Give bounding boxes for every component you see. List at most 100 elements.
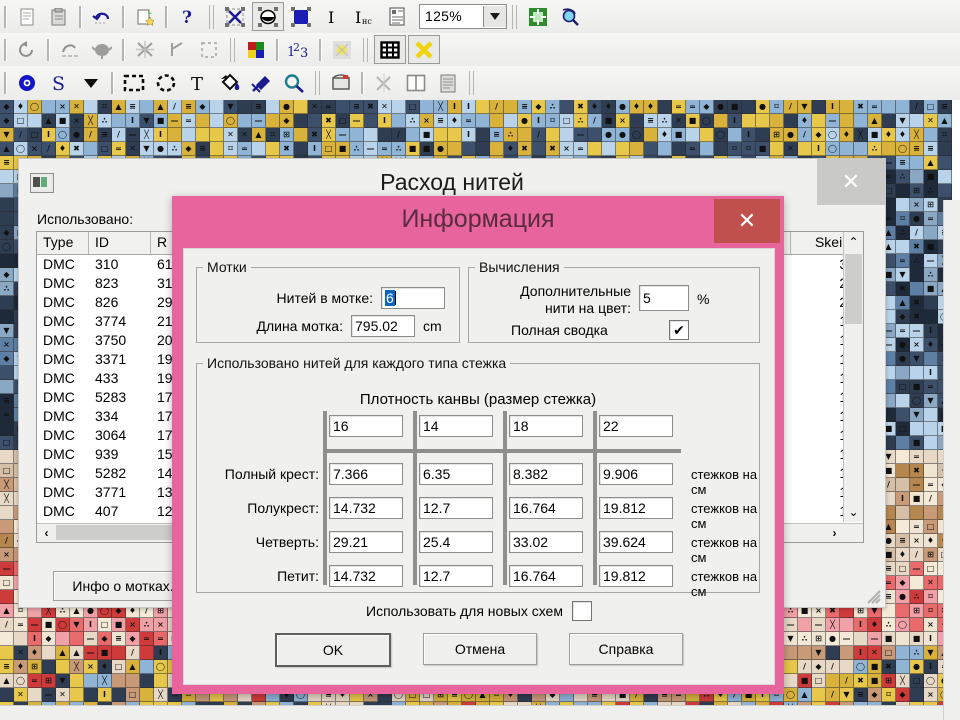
magic-wand-icon[interactable] xyxy=(55,36,85,63)
density-input-r2-c2[interactable]: 12.7 xyxy=(419,497,493,519)
separator xyxy=(47,38,50,61)
zoom-tool-icon[interactable] xyxy=(279,70,309,97)
information-title: Информация xyxy=(401,205,555,233)
density-input-r4-c4[interactable]: 19.812 xyxy=(599,565,673,587)
grid-toggle-icon[interactable] xyxy=(374,35,406,64)
density-input-r3-c1[interactable]: 29.21 xyxy=(329,531,403,553)
toolbars: ? I Iнс 125% 1 2 3 S T xyxy=(0,0,960,102)
separator xyxy=(315,71,320,95)
information-titlebar: Информация ✕ xyxy=(178,199,780,248)
bead-tool-icon[interactable] xyxy=(12,70,42,97)
new-document-icon[interactable] xyxy=(12,3,42,30)
density-input-r1-c2[interactable]: 6.35 xyxy=(419,463,493,485)
scroll-up-arrow-icon[interactable]: ⌃ xyxy=(844,232,863,252)
density-input-r2-c4[interactable]: 19.812 xyxy=(599,497,673,519)
fit-to-window-icon[interactable] xyxy=(523,3,553,30)
select-rect-icon[interactable] xyxy=(194,36,224,63)
svg-text:2: 2 xyxy=(293,41,300,54)
page-icon[interactable] xyxy=(433,70,463,97)
cell-id: 939 xyxy=(95,446,119,462)
split-view-icon[interactable] xyxy=(401,70,431,97)
cross-toggle-icon[interactable] xyxy=(408,35,440,64)
filled-square-icon[interactable] xyxy=(286,3,316,30)
cell-type: DMC xyxy=(43,408,75,424)
export-icon[interactable] xyxy=(130,3,160,30)
thread-usage-close-button[interactable]: ✕ xyxy=(817,159,885,205)
eyedropper-icon[interactable] xyxy=(247,70,277,97)
dropdown-arrow-icon[interactable] xyxy=(76,70,106,97)
density-input-r4-c1[interactable]: 14.732 xyxy=(329,565,403,587)
ellipse-select-icon[interactable] xyxy=(151,70,181,97)
density-input-r4-c3[interactable]: 16.764 xyxy=(509,565,583,587)
scroll-down-arrow-icon[interactable]: ⌄ xyxy=(844,502,863,522)
density-input-r1-c1[interactable]: 7.366 xyxy=(329,463,403,485)
vscroll-thumb[interactable] xyxy=(845,254,862,324)
ok-button[interactable]: OK xyxy=(275,633,391,667)
density-input-r3-c2[interactable]: 25.4 xyxy=(419,531,493,553)
density-input-r1-c4[interactable]: 9.906 xyxy=(599,463,673,485)
backstitch-icon[interactable] xyxy=(162,36,192,63)
used-label: Использовано: xyxy=(37,211,134,227)
cell-id: 407 xyxy=(95,503,119,519)
threads-per-skein-value: 6 xyxy=(385,290,395,306)
density-input-r2-c1[interactable]: 14.732 xyxy=(329,497,403,519)
symbol-tool-icon[interactable]: S xyxy=(44,70,74,97)
density-input-r2-c3[interactable]: 16.764 xyxy=(509,497,583,519)
column-header-id[interactable]: ID xyxy=(89,232,151,254)
knot-icon[interactable] xyxy=(130,36,160,63)
bead-icon[interactable] xyxy=(327,36,357,63)
scroll-left-arrow-icon[interactable]: ‹ xyxy=(37,524,56,541)
cancel-button[interactable]: Отмена xyxy=(423,633,537,665)
help-icon[interactable]: ? xyxy=(173,3,203,30)
cell-type: DMC xyxy=(43,313,75,329)
canvas-hscrollbar[interactable] xyxy=(0,705,944,720)
properties-icon[interactable] xyxy=(382,3,412,30)
full-summary-checkbox[interactable]: ✔ xyxy=(669,320,689,340)
information-close-button[interactable]: ✕ xyxy=(714,199,780,243)
stitches-per-cm-unit: стежков на см xyxy=(691,569,758,599)
shape-fill-icon[interactable] xyxy=(252,2,284,31)
extra-threads-input[interactable]: 5 xyxy=(639,285,689,311)
flip-icon[interactable] xyxy=(326,70,356,97)
refresh-icon[interactable] xyxy=(12,36,42,63)
palette-icon[interactable] xyxy=(241,36,271,63)
zoom-refresh-icon[interactable] xyxy=(555,3,585,30)
paste-icon[interactable] xyxy=(44,3,74,30)
fill-tool-icon[interactable] xyxy=(215,70,245,97)
use-for-new-charts-checkbox[interactable] xyxy=(571,601,592,621)
text-tool-icon[interactable]: T xyxy=(183,70,213,97)
canvas-count-input-2[interactable]: 14 xyxy=(419,415,493,437)
stitches-per-cm-unit: стежков на см xyxy=(691,501,758,531)
threads-per-skein-input[interactable]: 6 xyxy=(381,287,445,309)
knot-tool-icon[interactable] xyxy=(369,70,399,97)
text-subscript-icon[interactable]: Iнс xyxy=(350,3,380,30)
select-cross-icon[interactable] xyxy=(220,3,250,30)
numbers-icon[interactable]: 123 xyxy=(284,36,314,63)
undo-icon[interactable] xyxy=(87,3,117,30)
thread-list-vscrollbar[interactable]: ⌃ ⌄ xyxy=(843,232,863,522)
scroll-right-arrow-icon[interactable]: › xyxy=(825,524,844,541)
density-input-r4-c2[interactable]: 12.7 xyxy=(419,565,493,587)
column-header-type[interactable]: Type xyxy=(37,232,89,254)
text-italic-icon[interactable]: I xyxy=(318,3,348,30)
canvas-vscrollbar[interactable] xyxy=(943,200,960,720)
cell-type: DMC xyxy=(43,275,75,291)
rect-select-icon[interactable] xyxy=(119,70,149,97)
canvas-count-input-1[interactable]: 16 xyxy=(329,415,403,437)
zoom-combobox[interactable]: 125% xyxy=(419,4,507,29)
help-button[interactable]: Справка xyxy=(569,633,683,665)
resize-grip[interactable] xyxy=(863,586,881,604)
canvas-count-input-4[interactable]: 22 xyxy=(599,415,673,437)
toolbar-row-2: 123 xyxy=(0,33,960,67)
separator xyxy=(122,5,125,28)
density-input-r1-c3[interactable]: 8.382 xyxy=(509,463,583,485)
canvas-count-input-3[interactable]: 18 xyxy=(509,415,583,437)
full-summary-label: Полная сводка xyxy=(511,322,608,338)
blob-icon[interactable] xyxy=(87,36,117,63)
svg-text:?: ? xyxy=(182,8,192,27)
cell-type: DMC xyxy=(43,465,75,481)
density-input-r3-c3[interactable]: 33.02 xyxy=(509,531,583,553)
chevron-down-icon[interactable] xyxy=(483,6,506,27)
skein-length-input[interactable]: 795.02 xyxy=(351,315,415,337)
density-input-r3-c4[interactable]: 39.624 xyxy=(599,531,673,553)
